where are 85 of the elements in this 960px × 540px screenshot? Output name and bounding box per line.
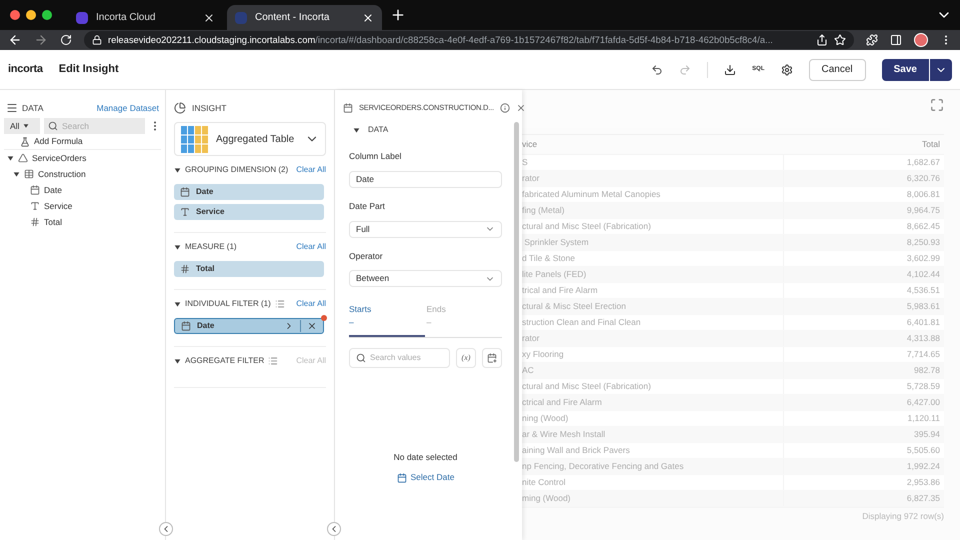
add-formula-link[interactable]: Add Formula [34, 135, 83, 148]
section-title: AGGREGATE FILTER [185, 355, 264, 367]
field-pill[interactable]: Date [174, 184, 324, 200]
table-cell-text: 8,006.81 [906, 188, 941, 201]
clear-all-link[interactable]: Clear All [296, 298, 326, 310]
table-cell-text: 6,401.81 [906, 316, 941, 329]
table-cell: fing (Metal) [522, 203, 784, 218]
field-pill[interactable]: Date [174, 318, 324, 334]
select-date-link[interactable]: Select Date [410, 471, 454, 484]
section-title: MEASURE (1) [185, 241, 237, 253]
table-cell: ctural & Misc Steel Erection [522, 299, 784, 314]
dropdown[interactable]: Between [349, 270, 502, 288]
tree-item[interactable]: Date [44, 184, 62, 196]
table-cell: ar & Wire Mesh Install [522, 427, 784, 442]
panel-title: INSIGHT [192, 102, 226, 114]
row-count: Displaying 972 row(s) [522, 507, 944, 525]
tree-item[interactable]: ServiceOrders [32, 152, 86, 164]
table-cell: nite Control [522, 475, 784, 490]
table-cell: xy Flooring [522, 347, 784, 362]
table-cell-text: 3,602.99 [906, 252, 941, 265]
field-pill[interactable]: Service [174, 204, 324, 220]
table-cell-text: 2,953.86 [906, 476, 941, 489]
table-cell-text: 6,320.76 [906, 172, 941, 185]
page-title: Edit Insight [58, 62, 119, 78]
table-cell: lite Panels (FED) [522, 267, 784, 282]
table-cell: d Tile & Stone [522, 251, 784, 266]
tree-item[interactable]: Total [44, 216, 62, 228]
table-cell-text: 9,964.75 [906, 204, 941, 217]
cancel-button[interactable]: Cancel [808, 58, 866, 80]
variable-button[interactable]: (x) [456, 348, 476, 368]
table-cell-text: 1,682.67 [906, 156, 941, 169]
table-cell: struction Clean and Final Clean [522, 315, 784, 330]
logo[interactable]: incorta [8, 61, 43, 78]
table-cell-text: 8,250.93 [906, 236, 941, 249]
table-cell: aining Wall and Brick Pavers [522, 443, 784, 458]
clear-all-link[interactable]: Clear All [296, 241, 326, 253]
field-label: Operator [349, 250, 384, 262]
table-cell: ctrical and Fire Alarm [522, 395, 784, 410]
table-cell: trical and Fire Alarm [522, 283, 784, 298]
dropdown[interactable]: Full [349, 220, 502, 238]
manage-dataset-link[interactable]: Manage Dataset [96, 102, 159, 114]
address-bar[interactable]: releasevideo202211.cloudstaging.incortalabs.com/incorta/#/dashboard/c88258ca-4e0f-4edf-a769-1b1572467f82/tab/f71fafda-5d5f-4b84-b718-462b0b5cf8c4/a... [84, 31, 854, 49]
table-cell-text: 6,827.35 [906, 492, 941, 505]
table-cell-text: 5,728.59 [906, 380, 941, 393]
table-cell: rator [522, 171, 784, 186]
section-title: GROUPING DIMENSION (2) [185, 164, 288, 176]
table-cell: Sprinkler System [522, 235, 784, 250]
table-cell: ctural and Misc Steel (Fabrication) [522, 379, 784, 394]
table-cell: rator [522, 331, 784, 346]
section-title: DATA [368, 124, 388, 136]
table-cell-text: 4,102.44 [906, 268, 941, 281]
field-label: Date Part [349, 200, 386, 212]
table-cell-text: 4,536.51 [906, 284, 941, 297]
table-cell: fabricated Aluminum Metal Canopies [522, 187, 784, 202]
table-cell-text: 5,505.60 [906, 444, 941, 457]
table-cell-text: 6,427.00 [906, 396, 941, 409]
range-tab[interactable]: Starts – [349, 303, 424, 337]
table-cell: AC [522, 363, 784, 378]
visualization-selector[interactable]: Aggregated Table [174, 122, 326, 156]
table-cell-text: 4,313.88 [906, 332, 941, 345]
table-cell-text: 395.94 [913, 428, 941, 441]
field-pill[interactable]: Total [174, 261, 324, 277]
tree-item[interactable]: Service [44, 200, 72, 212]
table-cell-text: 982.78 [913, 364, 941, 377]
table-cell-text: 8,662.45 [906, 220, 941, 233]
scope-dropdown[interactable]: All [4, 118, 40, 134]
table-cell: ning (Wood) [522, 411, 784, 426]
clear-all-link[interactable]: Clear All [296, 164, 326, 176]
browser-tab[interactable]: Incorta Cloud [68, 5, 223, 30]
tree-item[interactable]: Construction [38, 168, 86, 180]
input-field[interactable]: Date [349, 170, 502, 188]
table-cell-text: 5,983.61 [906, 300, 941, 313]
browser-tab[interactable]: Content - Incorta [227, 5, 382, 30]
save-button[interactable]: Save [882, 58, 929, 80]
table-cell-text: 7,714.65 [906, 348, 941, 361]
table-cell: S [522, 155, 784, 170]
table-cell-text: 1,992.24 [906, 460, 941, 473]
panel-title: DATA [22, 102, 44, 114]
empty-message: No date selected [392, 450, 458, 464]
section-title: INDIVIDUAL FILTER (1) [185, 298, 271, 310]
table-cell: np Fencing, Decorative Fencing and Gates [522, 459, 784, 474]
table-cell: ctural and Misc Steel (Fabrication) [522, 219, 784, 234]
table-cell: ming (Wood) [522, 491, 784, 506]
field-label: Column Label [349, 150, 402, 163]
table-cell-text: 1,120.11 [906, 412, 941, 425]
